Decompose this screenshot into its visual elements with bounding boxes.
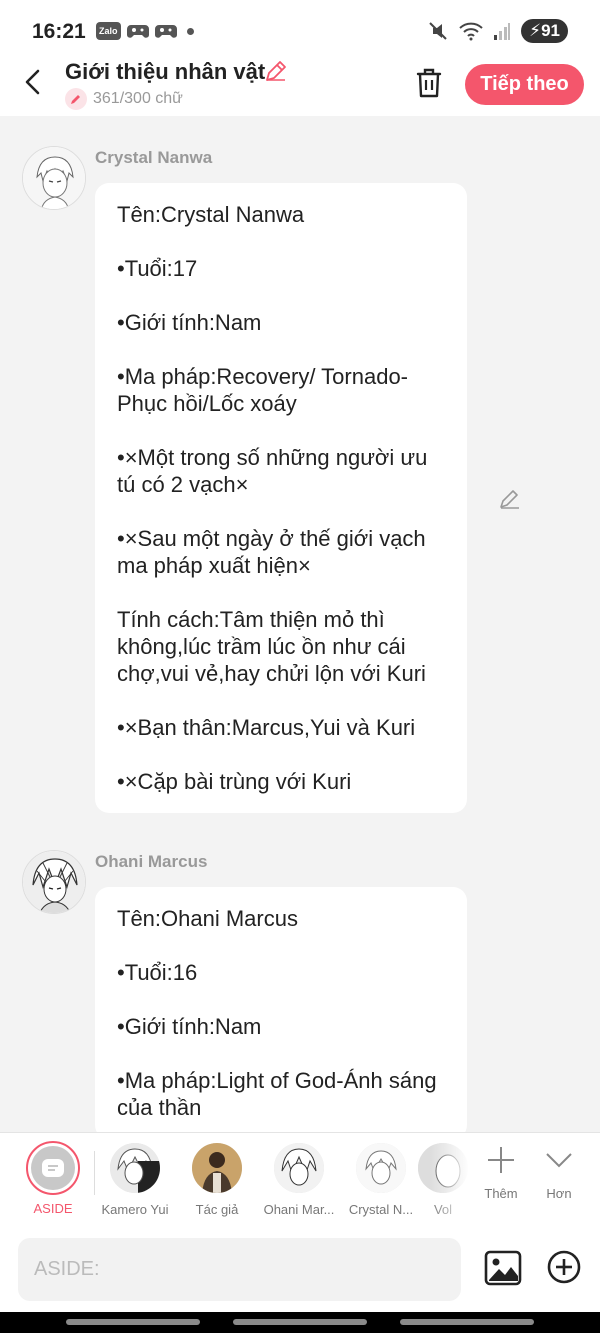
- status-time: 16:21: [32, 20, 86, 43]
- message-line: •Giới tính:Nam: [117, 1014, 262, 1039]
- message-line: •×Cặp bài trùng với Kuri: [117, 769, 352, 794]
- character-item[interactable]: Ohani Mar...: [261, 1143, 337, 1217]
- back-arrow-icon[interactable]: [18, 66, 50, 98]
- add-circle-icon[interactable]: [546, 1249, 582, 1285]
- character-item[interactable]: Kamero Yui: [97, 1143, 173, 1217]
- status-bar: 16:21 Zalo ⚡91: [0, 0, 600, 62]
- message-line: •Ma pháp:Light of God-Ánh sáng của thần: [117, 1068, 437, 1120]
- character-bar: ASIDE Kamero Yui Tác giả Ohani Mar... Cr…: [0, 1132, 600, 1228]
- battery-level: 91: [541, 21, 560, 40]
- message-line: •×Sau một ngày ở thế giới vạch ma pháp x…: [117, 526, 426, 578]
- pencil-icon: [65, 88, 87, 110]
- message-line: •Ma pháp:Recovery/ Tornado-Phục hồi/Lốc …: [117, 364, 409, 416]
- input-bar: [0, 1228, 600, 1312]
- message-line: Tính cách:Tâm thiện mỏ thì không,lúc trầ…: [117, 607, 426, 686]
- gamepad-icon: [126, 25, 149, 38]
- chevron-down-icon: [546, 1153, 572, 1168]
- notification-dot-icon: [186, 27, 194, 35]
- message-line: •Giới tính:Nam: [117, 310, 262, 335]
- avatar: [192, 1143, 242, 1193]
- system-nav-bar: [0, 1312, 600, 1333]
- app-header: Giới thiệu nhân vật 361/300 chữ Tiếp the…: [0, 59, 600, 116]
- gamepad-icon: [154, 25, 177, 38]
- character-item[interactable]: Tác giả: [179, 1143, 255, 1217]
- sender-name: Crystal Nanwa: [95, 148, 213, 167]
- status-right: ⚡91: [427, 19, 568, 43]
- aside-inner: [31, 1146, 75, 1190]
- status-app-icons: Zalo: [96, 22, 194, 40]
- nav-handle: [66, 1319, 200, 1325]
- zalo-icon: Zalo: [96, 22, 121, 40]
- avatar: [274, 1143, 324, 1193]
- next-button[interactable]: Tiếp theo: [465, 64, 584, 105]
- sender-name: Ohani Marcus: [95, 852, 208, 871]
- battery-indicator: ⚡91: [521, 19, 568, 43]
- message-line: Tên:Ohani Marcus: [117, 906, 298, 931]
- char-count-text: 361/300 chữ: [93, 90, 183, 107]
- more-button[interactable]: Hơn: [531, 1145, 587, 1201]
- message-input[interactable]: [18, 1238, 461, 1301]
- conversation[interactable]: Crystal Nanwa Tên:Crystal Nanwa •Tuổi:17…: [0, 116, 600, 1132]
- scroll-fade: [430, 1133, 470, 1228]
- add-character-button[interactable]: Thêm: [473, 1145, 529, 1201]
- nav-handle: [400, 1319, 534, 1325]
- edit-title-icon[interactable]: [263, 58, 289, 84]
- trash-icon[interactable]: [413, 65, 445, 101]
- aside-button[interactable]: [26, 1141, 80, 1195]
- more-label: Hơn: [546, 1186, 572, 1201]
- aside-label: ASIDE: [33, 1201, 73, 1216]
- divider: [94, 1151, 95, 1195]
- message-line: Tên:Crystal Nanwa: [117, 202, 305, 227]
- note-icon: [42, 1159, 64, 1177]
- character-name: Kamero Yui: [101, 1202, 169, 1217]
- avatar[interactable]: [22, 850, 86, 914]
- character-name: Tác giả: [195, 1202, 239, 1217]
- page-title: Giới thiệu nhân vật: [65, 59, 266, 84]
- message-bubble[interactable]: Tên:Ohani Marcus •Tuổi:16 •Giới tính:Nam…: [95, 887, 467, 1132]
- mute-icon: [429, 22, 447, 40]
- plus-icon: [488, 1147, 514, 1173]
- avatar[interactable]: [22, 146, 86, 210]
- image-icon[interactable]: [484, 1249, 522, 1287]
- character-name: Ohani Mar...: [263, 1202, 335, 1217]
- avatar: [110, 1143, 160, 1193]
- message-line: •Tuổi:16: [117, 960, 198, 985]
- signal-icon: [494, 23, 511, 40]
- edit-message-icon[interactable]: [498, 487, 522, 511]
- add-label: Thêm: [484, 1186, 518, 1201]
- nav-handle[interactable]: [233, 1319, 367, 1325]
- char-counter: 361/300 chữ: [65, 88, 183, 110]
- message-bubble[interactable]: Tên:Crystal Nanwa •Tuổi:17 •Giới tính:Na…: [95, 183, 467, 813]
- message-line: •Tuổi:17: [117, 256, 198, 281]
- message-line: •×Bạn thân:Marcus,Yui và Kuri: [117, 715, 416, 740]
- message-line: •×Một trong số những người ưu tú có 2 vạ…: [117, 445, 428, 497]
- avatar: [356, 1143, 406, 1193]
- wifi-icon: [459, 22, 483, 41]
